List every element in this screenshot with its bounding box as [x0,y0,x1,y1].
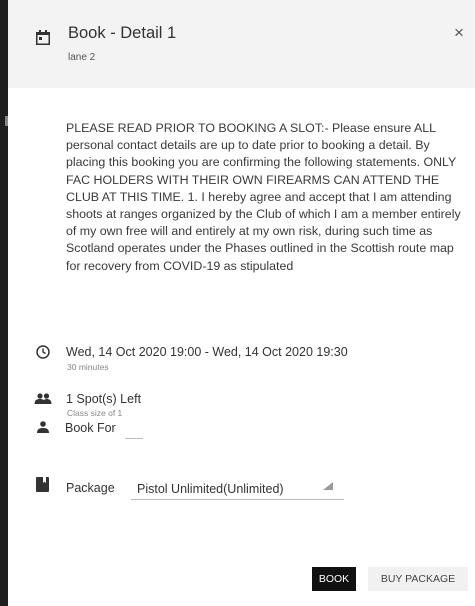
book-icon [36,477,49,492]
schedule-duration: 30 minutes [67,362,109,372]
package-label: Package [66,481,115,495]
calendar-icon [36,30,50,45]
background-overlay [0,0,8,606]
package-selected-value: Pistol Unlimited(Unlimited) [137,482,284,496]
booking-description: PLEASE READ PRIOR TO BOOKING A SLOT:- Pl… [66,121,461,273]
schedule-time-range: Wed, 14 Oct 2020 19:00 - Wed, 14 Oct 202… [66,345,348,359]
people-icon [34,393,52,404]
dropdown-arrow-icon [323,482,333,490]
book-for-label: Book For [65,421,116,435]
buy-package-button[interactable]: BUY PACKAGE [368,567,468,591]
package-select[interactable]: Pistol Unlimited(Unlimited) [131,478,344,500]
dialog-subtitle: lane 2 [68,52,96,63]
description-scroll-area[interactable]: PLEASE READ PRIOR TO BOOKING A SLOT:- Pl… [66,120,466,328]
clock-icon [36,345,50,359]
dialog-header: Book - Detail 1 lane 2 × [8,0,475,88]
close-icon[interactable]: × [454,24,464,42]
booking-dialog: Book - Detail 1 lane 2 × PLEASE READ PRI… [8,0,475,606]
book-for-input[interactable] [125,438,143,439]
person-icon [37,421,49,433]
spots-left: 1 Spot(s) Left [66,392,142,406]
book-button[interactable]: BOOK [312,567,356,591]
dialog-title: Book - Detail 1 [68,24,177,42]
class-size: Class size of 1 [67,408,123,418]
